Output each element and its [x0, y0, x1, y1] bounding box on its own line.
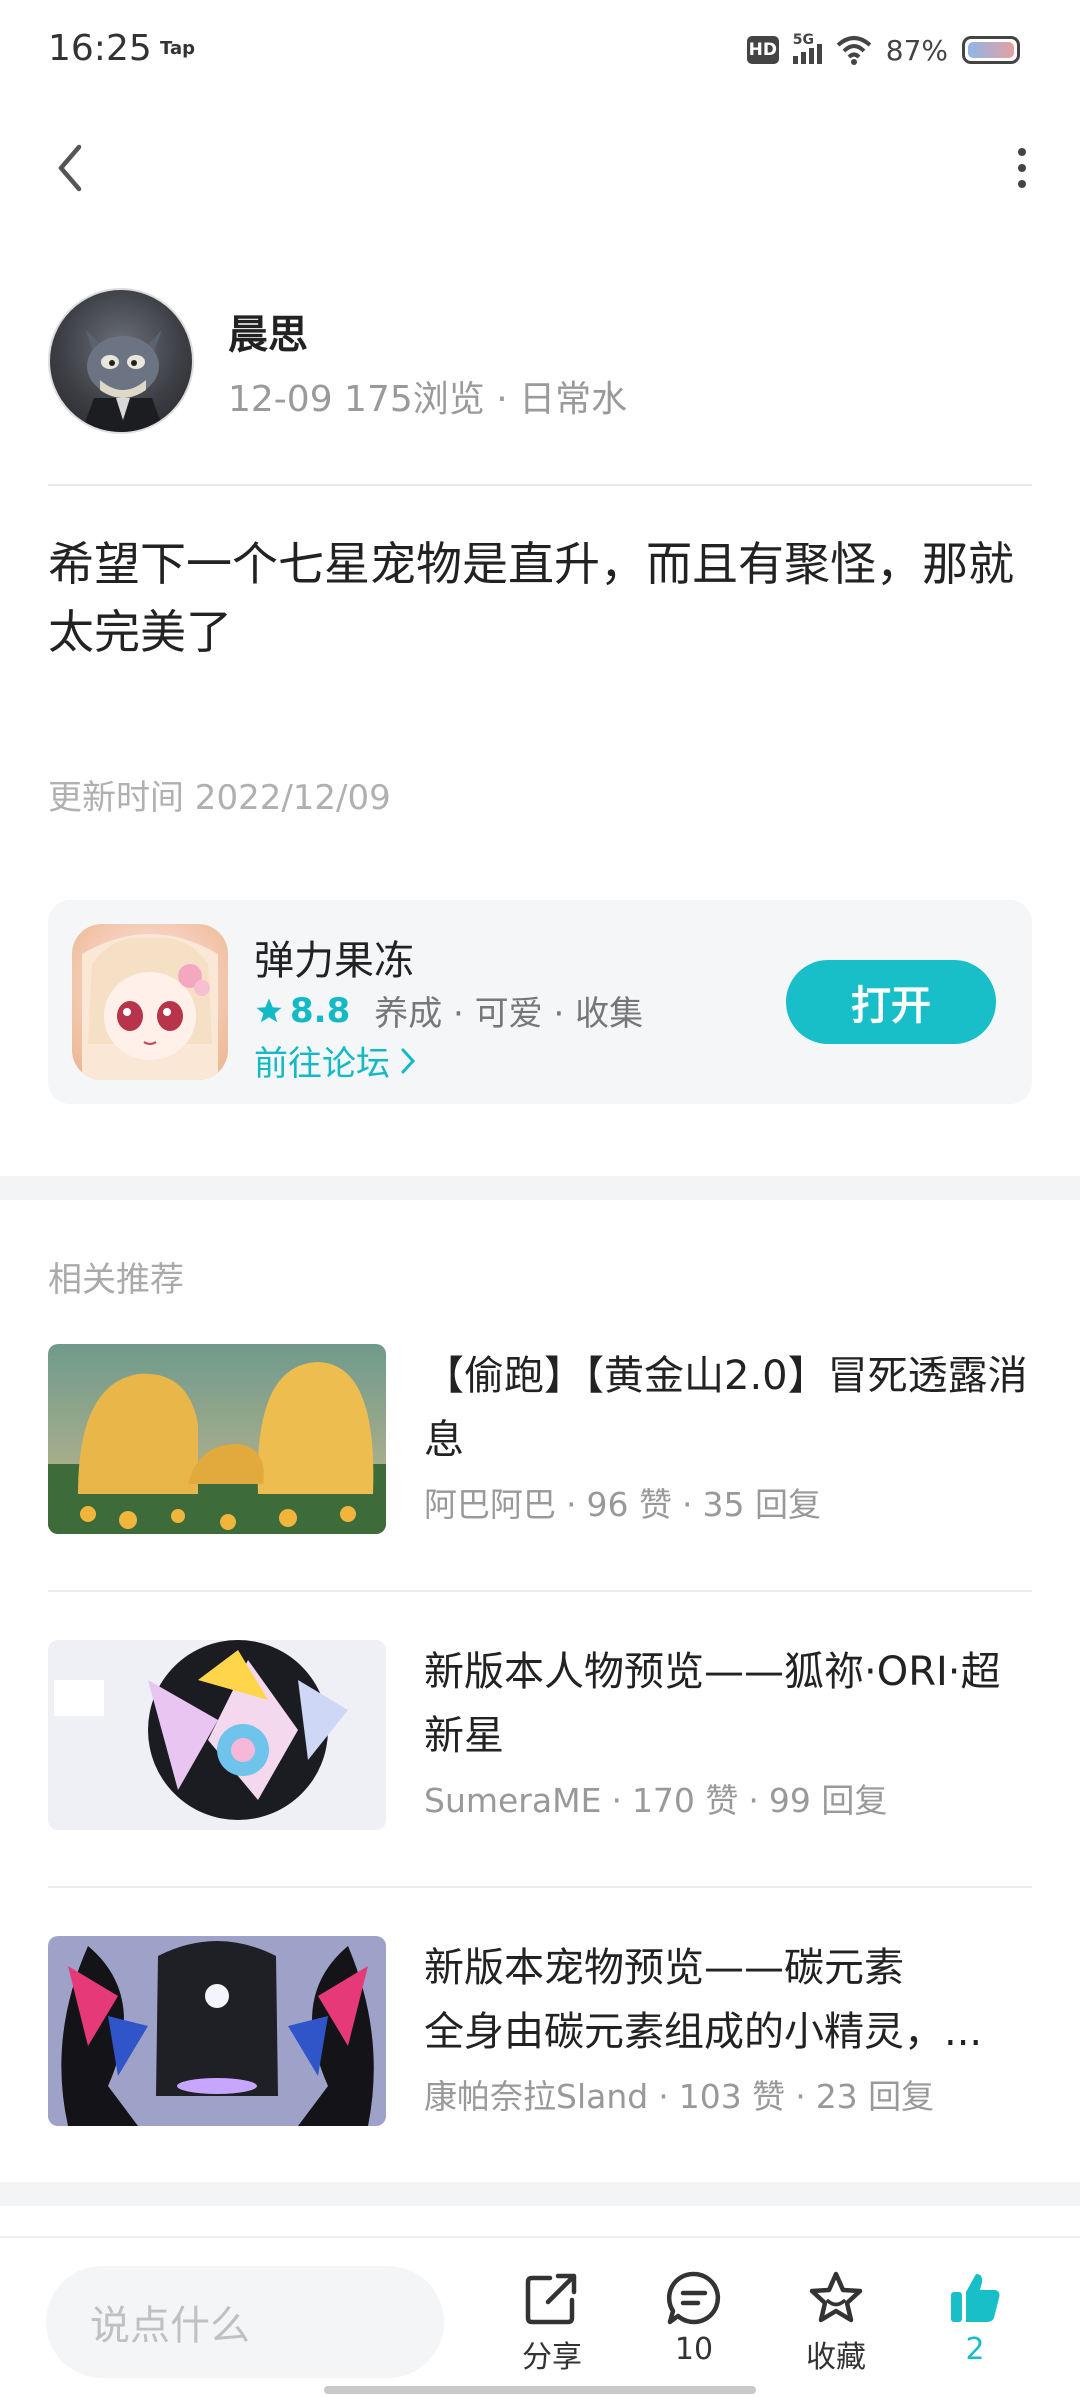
list-item-likes: 103 赞	[678, 2077, 786, 2116]
more-dot-icon	[1018, 164, 1026, 172]
more-dot-icon	[1018, 148, 1026, 156]
list-item[interactable]: 【偷跑】【黄金山2.0】冒死透露消息 阿巴阿巴 · 96 赞 · 35 回复	[48, 1344, 1032, 1544]
section-divider	[0, 1176, 1080, 1200]
share-label: 分享	[522, 2340, 582, 2375]
thumbnail	[48, 1936, 386, 2126]
share-icon	[525, 2273, 577, 2325]
list-item-text: 新版本人物预览——狐祢·ORI·超新星 SumeraME · 170 赞 · 99 回复	[424, 1640, 1034, 1822]
list-item-title: 【偷跑】【黄金山2.0】冒死透露消息	[424, 1353, 1028, 1463]
more-dot-icon	[1018, 180, 1026, 188]
network-label: 5G	[792, 32, 814, 48]
star-icon	[256, 998, 282, 1022]
star-outline-icon	[809, 2271, 863, 2323]
list-item-meta: SumeraME · 170 赞 · 99 回复	[424, 1781, 888, 1820]
wifi-icon	[836, 36, 872, 65]
list-item[interactable]: 新版本宠物预览——碳元素 全身由碳元素组成的小精灵，... 康帕奈拉Sland ·…	[48, 1936, 1032, 2136]
update-time: 更新时间 2022/12/09	[48, 778, 391, 818]
avatar[interactable]	[48, 288, 194, 434]
game-tags: 养成 · 可爱 · 收集	[374, 994, 644, 1034]
signal-icon: 5G	[792, 32, 822, 64]
post-content: 希望下一个七星宠物是直升，而且有聚怪，那就太完美了	[48, 537, 1014, 659]
top-nav	[0, 120, 1080, 216]
list-item-text: 【偷跑】【黄金山2.0】冒死透露消息 阿巴阿巴 · 96 赞 · 35 回复	[424, 1344, 1034, 1526]
thumbnail	[48, 1344, 386, 1534]
more-options-button[interactable]	[992, 138, 1052, 198]
comment-icon	[666, 2271, 721, 2325]
list-item[interactable]: 新版本人物预览——狐祢·ORI·超新星 SumeraME · 170 赞 · 99 回复	[48, 1640, 1032, 1840]
list-item-author: 阿巴阿巴	[424, 1485, 556, 1524]
status-time: 16:25	[48, 28, 152, 69]
divider	[48, 1590, 1032, 1592]
chevron-right-icon	[401, 1048, 416, 1073]
list-item-meta: 康帕奈拉Sland · 103 赞 · 23 回复	[424, 2077, 935, 2116]
thumbs-up-icon	[951, 2274, 1000, 2322]
list-item-text: 新版本宠物预览——碳元素 全身由碳元素组成的小精灵，... 康帕奈拉Sland ·…	[424, 1936, 1034, 2118]
divider	[48, 1886, 1032, 1888]
game-icon	[72, 924, 228, 1080]
forum-link-label: 前往论坛	[254, 1044, 390, 1084]
list-item-replies: 35 回复	[702, 1485, 821, 1524]
forum-link[interactable]: 前往论坛	[254, 1036, 416, 1085]
comment-input[interactable]: 说点什么	[46, 2266, 444, 2378]
list-item-title: 新版本人物预览——狐祢·ORI·超新星	[424, 1649, 1001, 1759]
status-app-tag: Tap	[160, 38, 195, 59]
favorite-button[interactable]: 收藏	[776, 2270, 896, 2376]
favorite-label: 收藏	[806, 2340, 866, 2375]
thumbnail	[48, 1640, 386, 1830]
battery-icon	[962, 36, 1020, 64]
post-author: 晨思 12-09 175浏览 · 日常水	[48, 288, 1038, 438]
section-divider	[0, 2182, 1080, 2206]
like-button[interactable]: 2	[915, 2270, 1035, 2367]
list-item-meta: 阿巴阿巴 · 96 赞 · 35 回复	[424, 1485, 821, 1524]
list-item-likes: 170 赞	[631, 1781, 739, 1820]
open-game-button[interactable]: 打开	[786, 960, 996, 1044]
status-icons: HD 5G 87%	[746, 30, 1020, 70]
recommendations-title: 相关推荐	[48, 1260, 184, 1300]
status-bar: 16:25 Tap HD 5G 87%	[0, 0, 1080, 100]
list-item-likes: 96 赞	[586, 1485, 672, 1524]
avatar-cat-icon	[81, 330, 165, 432]
back-button[interactable]	[40, 138, 100, 198]
bottom-action-bar: 说点什么 分享 10 收藏 2	[0, 2236, 1080, 2400]
list-item-replies: 99 回复	[768, 1781, 888, 1820]
game-name: 弹力果冻	[254, 938, 414, 984]
hd-icon: HD	[746, 36, 779, 64]
list-item-author: 康帕奈拉Sland	[424, 2077, 649, 2116]
rating-score: 8.8	[290, 990, 351, 1031]
list-item-title: 新版本宠物预览——碳元素 全身由碳元素组成的小精灵，...	[424, 1936, 1034, 2064]
like-count: 2	[965, 2332, 985, 2367]
list-item-replies: 23 回复	[815, 2077, 935, 2116]
share-button[interactable]: 分享	[492, 2270, 612, 2376]
list-item-author: SumeraME	[424, 1781, 602, 1820]
comment-button[interactable]: 10	[634, 2270, 754, 2367]
battery-percent: 87%	[885, 33, 948, 67]
divider	[48, 484, 1032, 486]
author-name[interactable]: 晨思	[228, 302, 308, 360]
game-card[interactable]: 弹力果冻 8.8 养成 · 可爱 · 收集 前往论坛 打开	[48, 900, 1032, 1104]
chevron-left-icon	[58, 144, 82, 192]
list-item-title-line: 新版本宠物预览——碳元素	[424, 1945, 904, 1991]
comment-count: 10	[674, 2332, 714, 2367]
list-item-subtitle: 全身由碳元素组成的小精灵，...	[424, 2009, 983, 2055]
game-rating: 8.8 养成 · 可爱 · 收集	[254, 986, 643, 1035]
home-indicator[interactable]	[324, 2386, 756, 2394]
post-meta: 12-09 175浏览 · 日常水	[228, 379, 628, 420]
